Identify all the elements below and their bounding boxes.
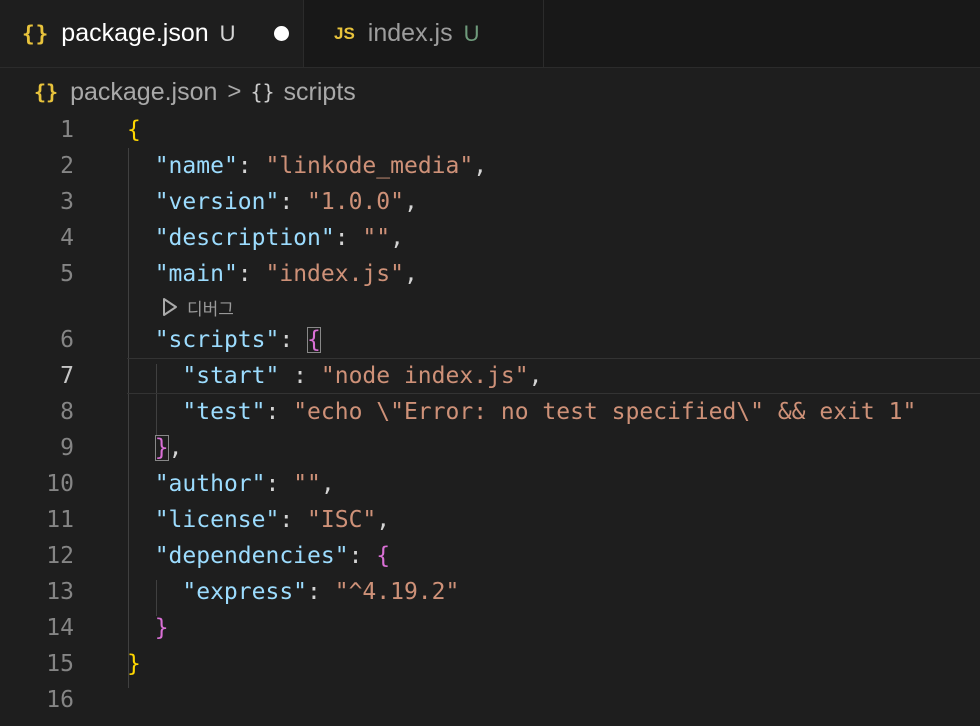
json-value: "index.js": [265, 261, 404, 287]
line-number: 12: [46, 543, 74, 569]
json-value: "": [293, 471, 321, 497]
debug-codelens-label: 디버그: [187, 299, 234, 319]
brace: }: [127, 651, 141, 677]
untracked-status: U: [463, 20, 480, 46]
unsaved-dot-icon[interactable]: [273, 26, 289, 41]
code-line: 4 "description": "",: [0, 220, 980, 256]
line-number: 4: [60, 225, 74, 251]
code-line: 1 {: [0, 112, 980, 148]
brace: {: [376, 543, 391, 569]
line-number: 10: [46, 471, 74, 497]
js-file-icon: JS: [334, 23, 355, 43]
line-number: 15: [46, 651, 74, 677]
code-line: 10 "author": "",: [0, 466, 980, 502]
json-value: "1.0.0": [307, 189, 404, 215]
code-line: 7 "start" : "node index.js",: [0, 358, 980, 394]
json-key: "dependencies": [154, 543, 349, 569]
json-key: "description": [154, 225, 335, 251]
breadcrumb-file[interactable]: package.json: [70, 78, 217, 107]
code-line: 13 "express": "^4.19.2": [0, 574, 980, 610]
code-line: 3 "version": "1.0.0",: [0, 184, 980, 220]
json-file-icon: {}: [34, 80, 59, 104]
line-number: 2: [60, 153, 74, 179]
code-editor[interactable]: 1 { 2 "name": "linkode_media", 3 "versio…: [0, 112, 980, 726]
tab-label: package.json: [61, 19, 209, 47]
brace: }: [154, 615, 169, 641]
play-icon: [163, 298, 177, 316]
code-line: 8 "test": "echo \"Error: no test specifi…: [0, 394, 980, 430]
line-number: 9: [60, 435, 74, 461]
matched-brace: }: [154, 435, 169, 461]
line-number: 6: [60, 327, 74, 353]
code-line: 12 "dependencies": {: [0, 538, 980, 574]
object-symbol-icon: {}: [250, 80, 275, 104]
json-key: "express": [182, 579, 308, 605]
json-key: "test": [182, 399, 266, 425]
code-line: 9 },: [0, 430, 980, 466]
json-file-icon: {}: [22, 21, 50, 46]
json-value: "": [362, 225, 391, 251]
json-key: "author": [154, 471, 266, 497]
line-number: 1: [60, 117, 74, 143]
code-line: 6 "scripts": {: [0, 322, 980, 358]
json-key: "main": [154, 261, 238, 287]
debug-codelens[interactable]: 디버그: [161, 294, 234, 320]
breadcrumb: {} package.json > {} scripts: [34, 76, 356, 108]
line-number: 13: [46, 579, 74, 605]
json-key: "license": [154, 507, 280, 533]
untracked-status: U: [219, 20, 236, 46]
tab-package-json[interactable]: {} package.json U: [0, 0, 303, 67]
json-value: "^4.19.2": [334, 579, 460, 605]
matched-brace: {: [307, 327, 321, 353]
line-number: 14: [46, 615, 74, 641]
line-number: 5: [60, 261, 74, 287]
line-number: 8: [60, 399, 74, 425]
code-line: 11 "license": "ISC",: [0, 502, 980, 538]
json-key: "version": [154, 189, 280, 215]
brace: {: [127, 117, 141, 143]
tab-label: index.js: [367, 19, 453, 47]
code-line: 16: [0, 682, 980, 718]
code-line: 15 }: [0, 646, 980, 682]
breadcrumb-symbol[interactable]: scripts: [284, 78, 356, 107]
code-line: 5 "main": "index.js",: [0, 256, 980, 292]
json-key: "scripts": [154, 327, 280, 353]
json-value: "ISC": [307, 507, 377, 533]
code-line: 14 }: [0, 610, 980, 646]
line-number: 11: [46, 507, 74, 533]
json-value: "linkode_media": [265, 153, 474, 179]
line-number: 16: [46, 687, 74, 713]
line-number: 3: [60, 189, 74, 215]
code-line: 2 "name": "linkode_media",: [0, 148, 980, 184]
line-number: 7: [60, 363, 74, 389]
json-value: "node index.js": [320, 363, 529, 389]
chevron-right-icon: >: [227, 78, 242, 105]
json-value: "echo \"Error: no test specified\" && ex…: [293, 399, 917, 425]
json-key: "start": [182, 363, 280, 389]
editor-tab-bar: {} package.json U JS index.js U: [0, 0, 980, 68]
tab-index-js[interactable]: JS index.js U: [303, 0, 544, 67]
json-key: "name": [154, 153, 238, 179]
